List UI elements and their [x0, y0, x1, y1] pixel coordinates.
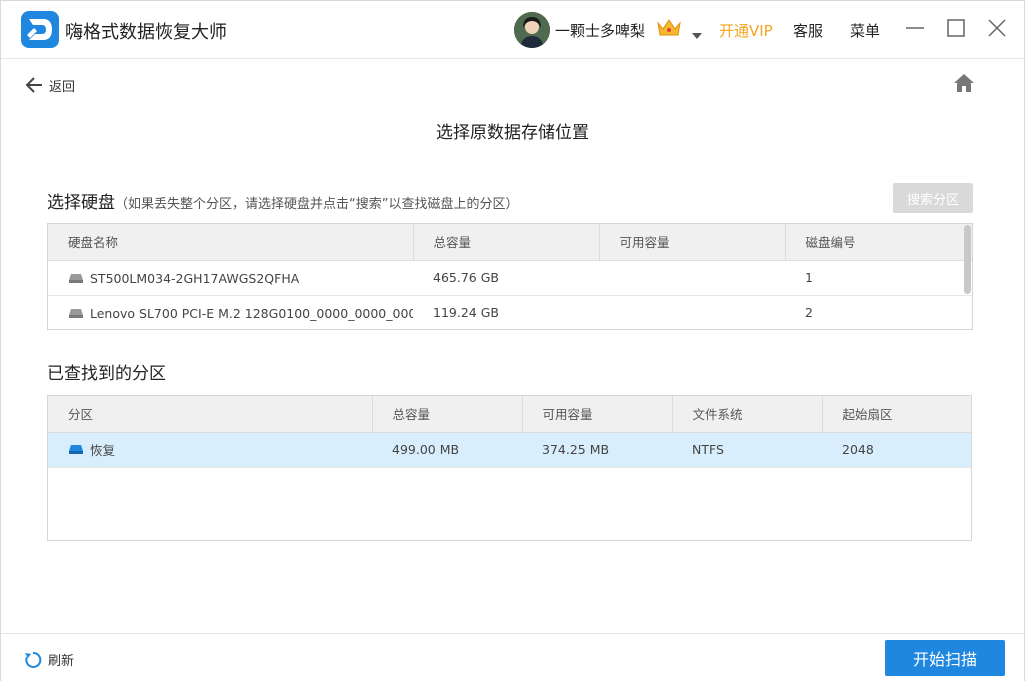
crown-icon — [656, 18, 682, 42]
disk-total: 119.24 GB — [413, 295, 599, 329]
menu-link[interactable]: 菜单 — [850, 20, 880, 41]
refresh-button[interactable]: 刷新 — [24, 650, 74, 669]
disk-free — [599, 295, 785, 329]
partition-start-sector: 2048 — [822, 432, 971, 468]
disk-name: ST500LM034-2GH17AWGS2QFHA — [90, 270, 300, 286]
arrow-left-icon — [25, 77, 42, 93]
table-row[interactable]: ST500LM034-2GH17AWGS2QFHA 465.76 GB 1 — [48, 260, 972, 296]
minimize-icon[interactable] — [904, 17, 926, 39]
avatar[interactable] — [514, 12, 550, 48]
disk-total: 465.76 GB — [413, 260, 599, 296]
partition-free: 374.25 MB — [522, 432, 672, 468]
column-header[interactable]: 起始扇区 — [822, 396, 971, 433]
refresh-icon — [25, 651, 42, 668]
title-bar: 嗨格式数据恢复大师 一颗士多啤梨 开通VIP 客服 菜单 — [1, 1, 1024, 59]
customer-service-link[interactable]: 客服 — [793, 20, 823, 41]
username[interactable]: 一颗士多啤梨 — [555, 20, 645, 41]
disk-section-title: 选择硬盘（如果丢失整个分区，请选择硬盘并点击“搜索”以查找磁盘上的分区） — [47, 188, 518, 213]
disk-table-scrollbar[interactable] — [964, 225, 971, 294]
partition-name: 恢复 — [90, 443, 116, 458]
column-header[interactable]: 总容量 — [413, 224, 600, 261]
open-vip-link[interactable]: 开通VIP — [719, 20, 773, 41]
column-header[interactable]: 硬盘名称 — [48, 224, 414, 261]
partition-table: 分区 总容量 可用容量 文件系统 起始扇区 恢复 499.00 MB 374.2… — [47, 395, 972, 541]
disk-free — [599, 260, 785, 296]
table-row[interactable]: 恢复 499.00 MB 374.25 MB NTFS 2048 — [48, 432, 971, 468]
disk-index: 2 — [785, 295, 972, 329]
chevron-down-icon[interactable] — [691, 25, 703, 44]
app-title: 嗨格式数据恢复大师 — [65, 22, 227, 43]
partition-section-title: 已查找到的分区 — [47, 364, 166, 384]
back-button[interactable]: 返回 — [25, 74, 75, 96]
start-scan-button[interactable]: 开始扫描 — [885, 640, 1005, 676]
disk-table-header: 硬盘名称 总容量 可用容量 磁盘编号 — [48, 224, 972, 261]
search-partitions-button[interactable]: 搜索分区 — [893, 183, 973, 213]
column-header[interactable]: 总容量 — [372, 396, 523, 433]
hard-disk-icon — [69, 273, 83, 283]
maximize-icon[interactable] — [945, 17, 967, 39]
back-label: 返回 — [49, 79, 76, 95]
disk-section-heading: 选择硬盘 — [47, 193, 115, 213]
disk-index: 1 — [785, 260, 972, 296]
home-icon[interactable] — [953, 73, 975, 97]
hard-disk-icon — [69, 308, 83, 318]
partition-total: 499.00 MB — [372, 432, 522, 468]
app-window: 嗨格式数据恢复大师 一颗士多啤梨 开通VIP 客服 菜单 返回 选择原数据存储位… — [0, 0, 1025, 681]
column-header[interactable]: 分区 — [48, 396, 373, 433]
column-header[interactable]: 可用容量 — [522, 396, 673, 433]
partition-table-header: 分区 总容量 可用容量 文件系统 起始扇区 — [48, 396, 971, 433]
column-header[interactable]: 可用容量 — [599, 224, 786, 261]
disk-section-hint: （如果丢失整个分区，请选择硬盘并点击“搜索”以查找磁盘上的分区） — [115, 197, 519, 212]
disk-table: 硬盘名称 总容量 可用容量 磁盘编号 ST500LM034-2GH17AWGS2… — [47, 223, 973, 330]
refresh-label: 刷新 — [48, 654, 75, 669]
partition-filesystem: NTFS — [672, 432, 822, 468]
partition-icon — [69, 445, 83, 454]
footer-bar: 刷新 开始扫描 — [1, 633, 1024, 681]
close-icon[interactable] — [986, 17, 1008, 39]
column-header[interactable]: 磁盘编号 — [785, 224, 972, 261]
table-row[interactable]: Lenovo SL700 PCI-E M.2 128G0100_0000_000… — [48, 295, 972, 329]
page-title: 选择原数据存储位置 — [436, 123, 589, 143]
disk-name: Lenovo SL700 PCI-E M.2 128G0100_0000_000… — [90, 305, 413, 321]
app-logo-icon — [21, 11, 59, 48]
column-header[interactable]: 文件系统 — [672, 396, 823, 433]
